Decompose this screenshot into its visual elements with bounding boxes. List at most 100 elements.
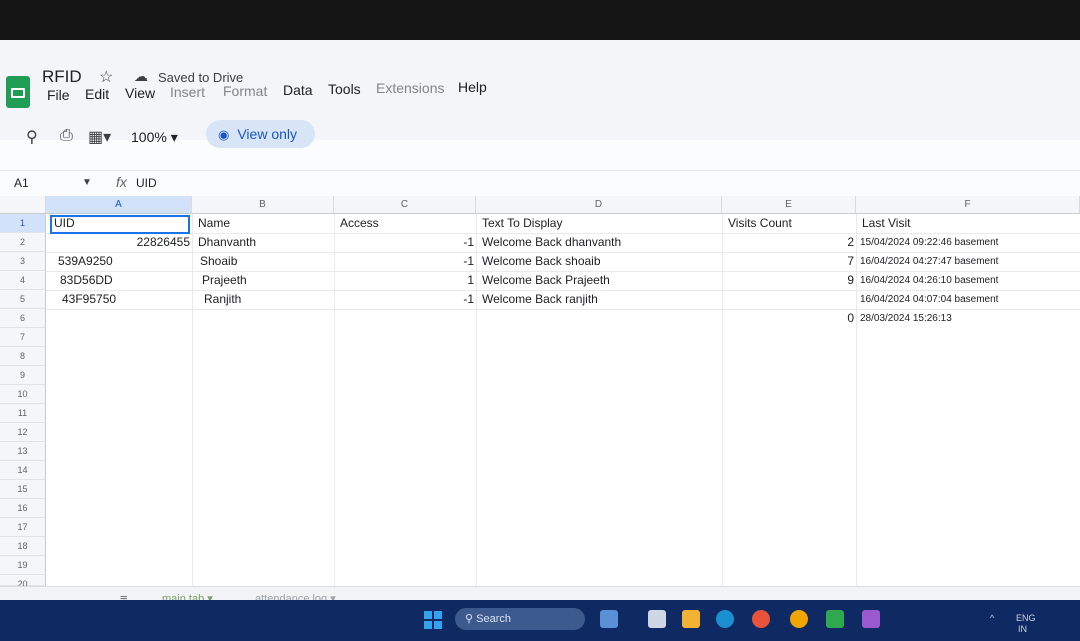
cell-e6[interactable]: 0 xyxy=(830,309,854,328)
formula-input[interactable]: UID xyxy=(136,176,157,190)
fx-icon: fx xyxy=(116,174,127,190)
menu-insert[interactable]: Insert xyxy=(170,84,205,100)
search-icon[interactable]: ⚲ xyxy=(26,127,38,147)
language-indicator[interactable]: ENG xyxy=(1016,613,1036,623)
print-icon[interactable]: ⎙ xyxy=(60,127,73,145)
document-title[interactable]: RFID xyxy=(42,67,82,87)
menu-format[interactable]: Format xyxy=(223,83,267,99)
row-header[interactable]: 4 xyxy=(0,271,46,290)
cell-d3[interactable]: Welcome Back shoaib xyxy=(482,252,601,271)
row-header[interactable]: 7 xyxy=(0,328,46,347)
cell-d1[interactable]: Text To Display xyxy=(482,214,562,233)
cell-c5[interactable]: -1 xyxy=(440,290,474,309)
menu-edit[interactable]: Edit xyxy=(85,86,109,102)
row-header[interactable]: 11 xyxy=(0,404,46,423)
row-header[interactable]: 15 xyxy=(0,480,46,499)
taskbar-app-icon[interactable] xyxy=(790,610,808,628)
os-taskbar: ⚲ Search ^ ENG IN xyxy=(0,600,1080,641)
menu-view[interactable]: View xyxy=(125,85,155,101)
cell-b2[interactable]: Dhanvanth xyxy=(198,233,256,252)
column-header-b[interactable]: B xyxy=(192,196,334,214)
column-header-d[interactable]: D xyxy=(476,196,722,214)
row-header[interactable]: 12 xyxy=(0,423,46,442)
cell-e4[interactable]: 9 xyxy=(830,271,854,290)
row-header[interactable]: 10 xyxy=(0,385,46,404)
chevron-up-icon[interactable]: ^ xyxy=(990,613,994,623)
cell-f1[interactable]: Last Visit xyxy=(862,214,910,233)
taskbar-app-icon[interactable] xyxy=(826,610,844,628)
select-all-corner[interactable] xyxy=(0,196,46,214)
name-box[interactable]: A1 xyxy=(14,176,29,190)
zoom-select[interactable]: 100% ▾ xyxy=(131,129,178,146)
taskbar-app-icon[interactable] xyxy=(600,610,618,628)
app-header: RFID ☆ ☁ Saved to Drive File Edit View I… xyxy=(0,40,1080,148)
cell-c2[interactable]: -1 xyxy=(440,233,474,252)
cell-d2[interactable]: Welcome Back dhanvanth xyxy=(482,233,621,252)
row-header[interactable]: 5 xyxy=(0,290,46,309)
row-header[interactable]: 9 xyxy=(0,366,46,385)
star-icon[interactable]: ☆ xyxy=(99,67,113,87)
column-header-a[interactable]: A xyxy=(46,196,192,214)
chrome-browser-icon[interactable] xyxy=(752,610,770,628)
windows-start-icon[interactable] xyxy=(424,611,442,629)
cell-d4[interactable]: Welcome Back Prajeeth xyxy=(482,271,610,290)
column-header-f[interactable]: F xyxy=(856,196,1080,214)
cell-b5[interactable]: Ranjith xyxy=(204,290,241,309)
row-header[interactable]: 13 xyxy=(0,442,46,461)
row-header[interactable]: 19 xyxy=(0,556,46,575)
cell-a2[interactable]: 22826455 xyxy=(54,233,190,252)
laptop-screen: RFID ☆ ☁ Saved to Drive File Edit View I… xyxy=(0,40,1080,641)
grid-line xyxy=(856,214,857,586)
menu-data[interactable]: Data xyxy=(283,82,313,98)
cell-a5[interactable]: 43F95750 xyxy=(62,290,116,309)
row-header[interactable]: 3 xyxy=(0,252,46,271)
cell-e2[interactable]: 2 xyxy=(830,233,854,252)
taskbar-app-icon[interactable] xyxy=(648,610,666,628)
column-header-e[interactable]: E xyxy=(722,196,856,214)
column-header-c[interactable]: C xyxy=(334,196,476,214)
row-header[interactable]: 18 xyxy=(0,537,46,556)
cell-b1[interactable]: Name xyxy=(198,214,230,233)
taskbar-app-icon[interactable] xyxy=(862,610,880,628)
cloud-saved-icon: ☁ xyxy=(134,68,148,84)
row-header[interactable]: 20 xyxy=(0,575,46,589)
row-header[interactable]: 14 xyxy=(0,461,46,480)
folder-icon[interactable] xyxy=(682,610,700,628)
menu-extensions[interactable]: Extensions xyxy=(376,80,444,96)
row-header[interactable]: 16 xyxy=(0,499,46,518)
table-format-icon[interactable]: ▦▾ xyxy=(88,127,111,147)
menu-file[interactable]: File xyxy=(47,87,70,103)
chevron-down-icon[interactable]: ▼ xyxy=(82,177,92,188)
cell-f4[interactable]: 16/04/2024 04:26:10 basement xyxy=(860,271,998,290)
grid-line xyxy=(722,214,723,586)
view-only-button[interactable]: ◉ View only xyxy=(206,120,316,148)
language-region: IN xyxy=(1018,624,1027,634)
cell-b4[interactable]: Prajeeth xyxy=(202,271,247,290)
cell-a4[interactable]: 83D56DD xyxy=(60,271,113,290)
taskbar-search[interactable]: ⚲ Search xyxy=(455,608,585,630)
row-header[interactable]: 1 xyxy=(0,214,46,233)
row-header[interactable]: 8 xyxy=(0,347,46,366)
cell-f6[interactable]: 28/03/2024 15:26:13 xyxy=(860,309,952,328)
google-sheets-logo-icon[interactable] xyxy=(6,76,30,108)
menu-help[interactable]: Help xyxy=(458,79,487,95)
cell-a3[interactable]: 539A9250 xyxy=(58,252,113,271)
cell-d5[interactable]: Welcome Back ranjith xyxy=(482,290,598,309)
cell-f2[interactable]: 15/04/2024 09:22:46 basement xyxy=(860,233,998,252)
cell-f5[interactable]: 16/04/2024 04:07:04 basement xyxy=(860,290,998,309)
cell-e1[interactable]: Visits Count xyxy=(728,214,792,233)
cell-c4[interactable]: 1 xyxy=(440,271,474,290)
menu-tools[interactable]: Tools xyxy=(328,81,361,97)
grid-line xyxy=(192,214,193,586)
grid-line xyxy=(334,214,335,586)
zoom-value: 100% xyxy=(131,129,167,145)
cell-e3[interactable]: 7 xyxy=(830,252,854,271)
row-header[interactable]: 17 xyxy=(0,518,46,537)
cell-c1[interactable]: Access xyxy=(340,214,379,233)
edge-browser-icon[interactable] xyxy=(716,610,734,628)
row-header[interactable]: 6 xyxy=(0,309,46,328)
cell-f3[interactable]: 16/04/2024 04:27:47 basement xyxy=(860,252,998,271)
cell-b3[interactable]: Shoaib xyxy=(200,252,237,271)
row-header[interactable]: 2 xyxy=(0,233,46,252)
cell-c3[interactable]: -1 xyxy=(440,252,474,271)
